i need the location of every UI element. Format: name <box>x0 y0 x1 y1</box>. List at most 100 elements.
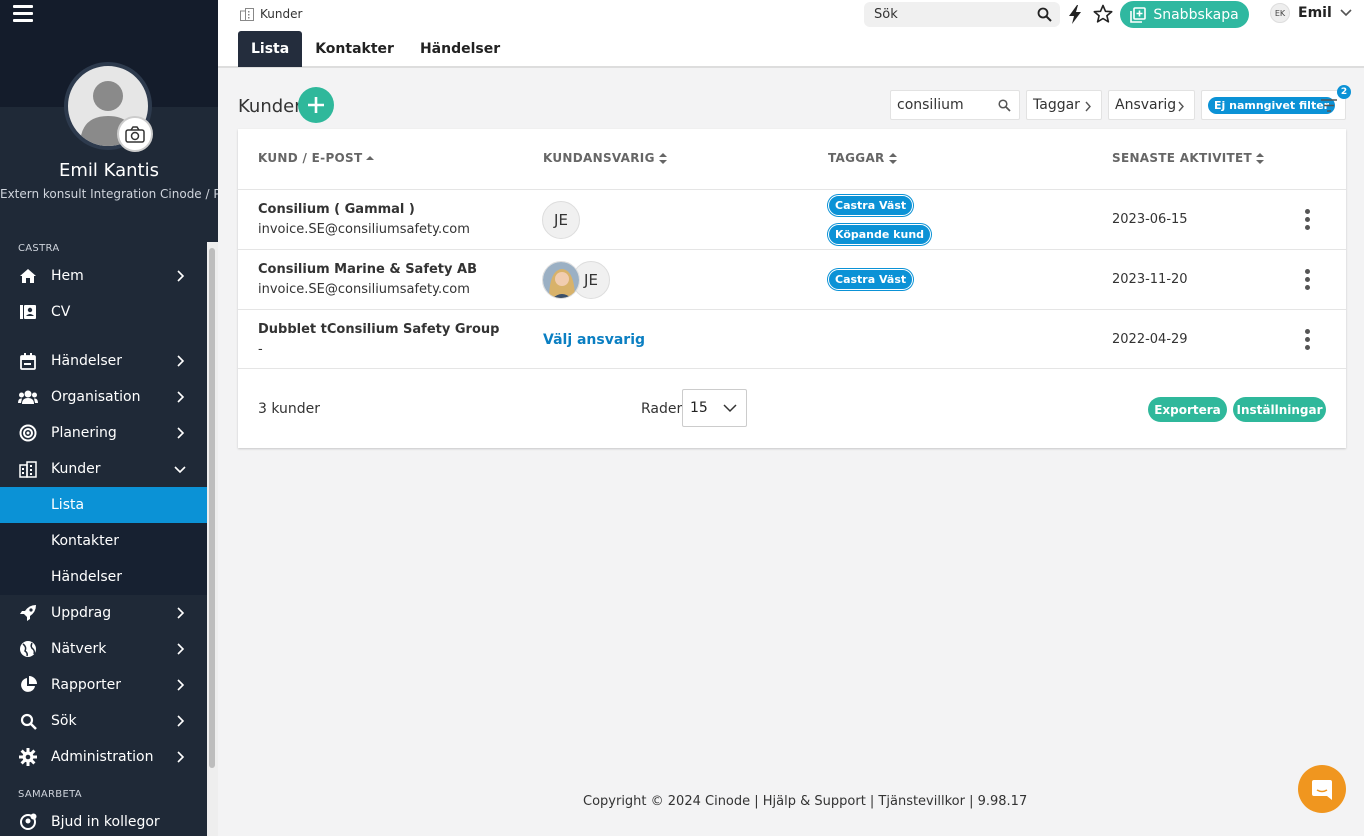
sidebar-item-label: Sök <box>51 713 77 729</box>
chevron-down-icon <box>1340 9 1352 17</box>
table-row[interactable]: Consilium ( Gammal ) invoice.SE@consiliu… <box>238 189 1346 249</box>
more-options-icon[interactable] <box>1305 269 1311 291</box>
gear-icon <box>18 747 38 767</box>
breadcrumb: Kunder <box>240 7 302 21</box>
tab-handelser[interactable]: Händelser <box>407 31 513 67</box>
last-activity-date: 2023-06-15 <box>1112 212 1188 227</box>
sidebar-item-kunder[interactable]: Kunder <box>0 451 207 487</box>
column-header-tags[interactable]: TAGGAR <box>828 151 897 165</box>
filter-icon[interactable] <box>1321 99 1337 112</box>
sidebar-item-cv[interactable]: CV <box>0 294 207 330</box>
chevron-right-icon <box>177 751 185 763</box>
rows-per-page-value: 15 <box>690 400 708 416</box>
table-row[interactable]: Consilium Marine & Safety AB invoice.SE@… <box>238 249 1346 309</box>
sidebar-item-label: Uppdrag <box>51 605 112 621</box>
search-icon[interactable] <box>1037 7 1052 22</box>
sidebar-subitem-handelser[interactable]: Händelser <box>0 559 207 595</box>
sidebar-item-label: Organisation <box>51 389 141 405</box>
sidebar-scrollbar[interactable] <box>207 242 218 836</box>
customer-email: - <box>258 342 263 357</box>
customer-email: invoice.SE@consiliumsafety.com <box>258 222 470 237</box>
rocket-icon <box>18 603 38 623</box>
add-box-icon <box>1130 6 1147 23</box>
sidebar-item-label: Nätverk <box>51 641 107 657</box>
responsible-photo[interactable] <box>542 261 580 299</box>
sidebar-item-natverk[interactable]: Nätverk <box>0 631 207 667</box>
tab-lista[interactable]: Lista <box>238 31 303 67</box>
quick-create-button[interactable]: Snabbskapa <box>1120 1 1249 28</box>
add-customer-button[interactable] <box>298 87 334 123</box>
column-header-responsible[interactable]: KUNDANSVARIG <box>543 151 667 165</box>
last-activity-date: 2023-11-20 <box>1112 272 1188 287</box>
lightning-icon[interactable] <box>1068 5 1082 24</box>
sidebar-item-planering[interactable]: Planering <box>0 415 207 451</box>
global-search-input[interactable]: Sök <box>864 2 1060 27</box>
scrollbar-thumb[interactable] <box>209 248 215 768</box>
main-content: Kunder consilium Taggar Ansvarig Ej namn… <box>218 70 1364 836</box>
chevron-right-icon <box>1178 101 1184 112</box>
tag-badge: Castra Väst <box>828 195 914 216</box>
chevron-right-icon <box>177 270 185 282</box>
saved-filter-box[interactable]: Ej namngivet filter <box>1201 90 1346 120</box>
chevron-right-icon <box>177 643 185 655</box>
user-avatar: EK <box>1270 3 1290 23</box>
sort-icon <box>1256 152 1265 164</box>
calendar-icon <box>18 351 38 371</box>
quick-create-label: Snabbskapa <box>1153 6 1239 23</box>
filter-tags-label: Taggar <box>1033 97 1080 113</box>
sidebar-item-hem[interactable]: Hem <box>0 258 207 294</box>
user-name: Emil <box>1298 5 1332 21</box>
star-icon[interactable] <box>1093 4 1113 24</box>
chevron-right-icon <box>1085 101 1091 112</box>
pie-icon <box>18 675 38 695</box>
sidebar-item-administration[interactable]: Administration <box>0 739 207 775</box>
chat-launcher-button[interactable] <box>1298 765 1346 813</box>
sidebar-item-label: Rapporter <box>51 677 121 693</box>
camera-icon[interactable] <box>117 116 153 152</box>
column-label: SENASTE AKTIVITET <box>1112 151 1253 165</box>
customer-name[interactable]: Consilium Marine & Safety AB <box>258 262 477 277</box>
rows-per-page-select[interactable]: 15 <box>682 389 747 427</box>
sidebar-item-label: Hem <box>51 268 84 284</box>
column-label: KUND / E-POST <box>258 151 363 165</box>
user-menu[interactable]: EK Emil <box>1270 3 1352 23</box>
filter-chip[interactable]: Ej namngivet filter <box>1208 96 1336 114</box>
more-options-icon[interactable] <box>1305 209 1311 231</box>
search-placeholder: Sök <box>874 7 898 22</box>
choose-responsible-link[interactable]: Välj ansvarig <box>543 332 645 348</box>
sort-icon <box>888 152 897 164</box>
tab-kontakter[interactable]: Kontakter <box>302 31 407 67</box>
sidebar-item-sok[interactable]: Sök <box>0 703 207 739</box>
table-row[interactable]: Dubblet tConsilium Safety Group - Välj a… <box>238 309 1346 369</box>
filter-responsible-dropdown[interactable]: Ansvarig <box>1108 90 1195 120</box>
sidebar-item-organisation[interactable]: Organisation <box>0 379 207 415</box>
settings-button[interactable]: Inställningar <box>1233 397 1326 422</box>
responsible-avatar[interactable]: JE <box>542 201 580 239</box>
sidebar-item-bjud-in-kollegor[interactable]: Bjud in kollegor <box>0 804 207 836</box>
column-header-customer[interactable]: KUND / E-POST <box>258 151 375 165</box>
profile-name: Emil Kantis <box>59 160 159 181</box>
column-header-last-activity[interactable]: SENASTE AKTIVITET <box>1112 151 1265 165</box>
chevron-right-icon <box>177 679 185 691</box>
customer-name[interactable]: Dubblet tConsilium Safety Group <box>258 322 499 337</box>
filter-search-input[interactable]: consilium <box>890 90 1020 120</box>
buildings-icon <box>240 7 254 21</box>
export-button[interactable]: Exportera <box>1148 397 1227 422</box>
sidebar-item-label: Bjud in kollegor <box>51 814 160 830</box>
sidebar-item-rapporter[interactable]: Rapporter <box>0 667 207 703</box>
filter-tags-dropdown[interactable]: Taggar <box>1026 90 1102 120</box>
sidebar-subitem-kontakter[interactable]: Kontakter <box>0 523 207 559</box>
sidebar-item-label: Administration <box>51 749 154 765</box>
sidebar-item-uppdrag[interactable]: Uppdrag <box>0 595 207 631</box>
customer-name[interactable]: Consilium ( Gammal ) <box>258 202 415 217</box>
sidebar-subitem-lista[interactable]: Lista <box>0 487 207 523</box>
section-label-samarbeta: SAMARBETA <box>18 789 82 800</box>
footer-copyright: Copyright © 2024 Cinode | Hjälp & Suppor… <box>583 794 1028 809</box>
sidebar-item-handelser[interactable]: Händelser <box>0 343 207 379</box>
breadcrumb-label[interactable]: Kunder <box>260 7 302 21</box>
menu-icon[interactable] <box>13 5 33 23</box>
page-title: Kunder <box>238 96 302 117</box>
search-icon <box>18 711 38 731</box>
chevron-right-icon <box>177 391 185 403</box>
more-options-icon[interactable] <box>1305 329 1311 351</box>
